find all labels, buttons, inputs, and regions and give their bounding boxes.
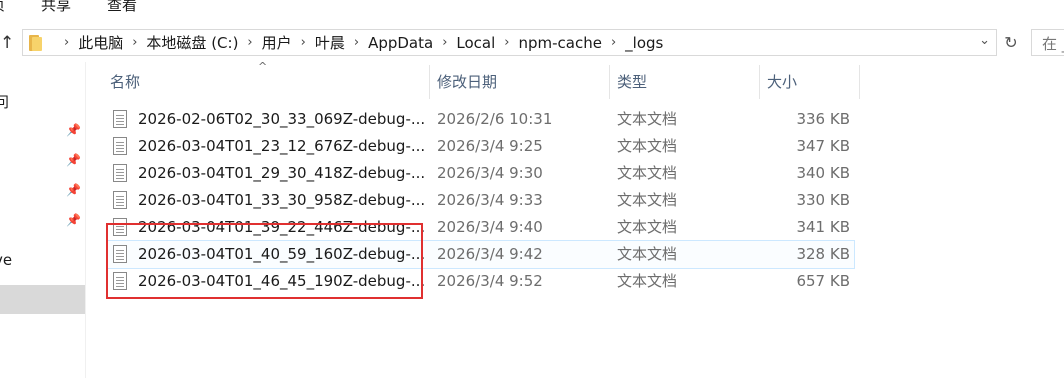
file-date: 2026/3/4 9:42 xyxy=(437,245,543,263)
column-header-name[interactable]: 名称 xyxy=(103,65,430,99)
file-name: 2026-03-04T01_33_30_958Z-debug-... xyxy=(138,191,426,209)
file-size: 336 KB xyxy=(796,110,850,128)
text-file-icon xyxy=(113,218,127,236)
breadcrumb-logs[interactable]: _logs xyxy=(625,34,663,52)
table-row[interactable]: 2026-02-06T02_30_33_069Z-debug-... 2026/… xyxy=(107,106,854,133)
file-type: 文本文档 xyxy=(617,110,678,128)
file-type: 文本文档 xyxy=(617,191,678,209)
nav-item-partial[interactable]: ve xyxy=(0,251,12,269)
text-file-icon xyxy=(113,164,127,182)
file-name: 2026-02-06T02_30_33_069Z-debug-... xyxy=(138,110,426,128)
breadcrumb-local[interactable]: Local xyxy=(456,34,495,52)
text-file-icon xyxy=(113,272,127,290)
column-header-date[interactable]: 修改日期 xyxy=(430,65,610,99)
navigation-pane: 问 📌 📌 📌 📌 ve xyxy=(0,62,86,378)
chevron-right-icon[interactable]: › xyxy=(504,35,509,50)
chevron-down-icon[interactable]: ⌄ xyxy=(979,33,990,48)
file-type: 文本文档 xyxy=(617,272,678,290)
nav-item-selected[interactable] xyxy=(0,285,85,314)
breadcrumb-npm-cache[interactable]: npm-cache xyxy=(518,34,601,52)
table-row[interactable]: 2026-03-04T01_23_12_676Z-debug-... 2026/… xyxy=(107,133,854,160)
file-size: 341 KB xyxy=(796,218,850,236)
pin-icon[interactable]: 📌 xyxy=(66,153,81,167)
chevron-right-icon[interactable]: › xyxy=(611,35,616,50)
address-row: ↑ › 此电脑 › 本地磁盘 (C:) › 用户 › 叶晨 › AppData … xyxy=(0,22,1064,62)
chevron-right-icon[interactable]: › xyxy=(354,35,359,50)
ribbon-tab-partial[interactable]: 页 xyxy=(0,0,5,15)
breadcrumb-users[interactable]: 用户 xyxy=(262,32,292,53)
file-name: 2026-03-04T01_46_45_190Z-debug-... xyxy=(138,272,426,290)
file-date: 2026/3/4 9:52 xyxy=(437,272,543,290)
breadcrumb: › 此电脑 › 本地磁盘 (C:) › 用户 › 叶晨 › AppData › … xyxy=(55,30,663,55)
file-name: 2026-03-04T01_39_22_446Z-debug-... xyxy=(138,218,426,236)
column-header-type[interactable]: 类型 xyxy=(610,65,760,99)
file-size: 330 KB xyxy=(796,191,850,209)
file-size: 340 KB xyxy=(796,164,850,182)
table-row[interactable]: 2026-03-04T01_33_30_958Z-debug-... 2026/… xyxy=(107,187,854,214)
breadcrumb-local-disk[interactable]: 本地磁盘 (C:) xyxy=(146,32,238,53)
pin-icon[interactable]: 📌 xyxy=(66,123,81,137)
text-file-icon xyxy=(113,110,127,128)
column-header-size[interactable]: 大小 xyxy=(760,65,860,99)
breadcrumb-appdata[interactable]: AppData xyxy=(368,34,433,52)
chevron-right-icon[interactable]: › xyxy=(132,35,137,50)
file-date: 2026/3/4 9:30 xyxy=(437,164,543,182)
up-arrow-icon[interactable]: ↑ xyxy=(0,33,16,53)
file-list: ^ 名称 修改日期 类型 大小 2026-02-06T02_30_33_069Z… xyxy=(95,60,1064,378)
file-type: 文本文档 xyxy=(617,137,678,155)
chevron-right-icon[interactable]: › xyxy=(247,35,252,50)
ribbon-tab-view[interactable]: 查看 xyxy=(107,0,137,15)
file-size: 328 KB xyxy=(796,245,850,263)
file-type: 文本文档 xyxy=(617,164,678,182)
file-date: 2026/2/6 10:31 xyxy=(437,110,553,128)
file-name: 2026-03-04T01_29_30_418Z-debug-... xyxy=(138,164,426,182)
nav-item-partial[interactable]: 问 xyxy=(0,91,9,112)
text-file-icon xyxy=(113,191,127,209)
refresh-icon[interactable]: ↻ xyxy=(1000,29,1022,56)
file-date: 2026/3/4 9:40 xyxy=(437,218,543,236)
chevron-right-icon[interactable]: › xyxy=(64,35,69,50)
text-file-icon xyxy=(113,245,127,263)
search-input[interactable]: 在 _ xyxy=(1031,29,1064,56)
pin-icon[interactable]: 📌 xyxy=(66,183,81,197)
ribbon-tab-share[interactable]: 共享 xyxy=(41,0,71,15)
file-name: 2026-03-04T01_40_59_160Z-debug-... xyxy=(138,245,426,263)
pin-icon[interactable]: 📌 xyxy=(66,213,81,227)
breadcrumb-this-pc[interactable]: 此电脑 xyxy=(78,32,123,53)
file-type: 文本文档 xyxy=(617,245,678,263)
file-date: 2026/3/4 9:25 xyxy=(437,137,543,155)
file-size: 657 KB xyxy=(796,272,850,290)
table-row[interactable]: 2026-03-04T01_39_22_446Z-debug-... 2026/… xyxy=(107,214,854,241)
file-rows: 2026-02-06T02_30_33_069Z-debug-... 2026/… xyxy=(106,106,855,295)
table-row[interactable]: 2026-03-04T01_46_45_190Z-debug-... 2026/… xyxy=(107,268,854,295)
chevron-right-icon[interactable]: › xyxy=(301,35,306,50)
ribbon-tabs: 页 共享 查看 xyxy=(0,0,1064,22)
file-size: 347 KB xyxy=(796,137,850,155)
file-name: 2026-03-04T01_23_12_676Z-debug-... xyxy=(138,137,426,155)
search-placeholder: 在 _ xyxy=(1042,35,1064,53)
table-row[interactable]: 2026-03-04T01_29_30_418Z-debug-... 2026/… xyxy=(107,160,854,187)
file-date: 2026/3/4 9:33 xyxy=(437,191,543,209)
table-row-hovered[interactable]: 2026-03-04T01_40_59_160Z-debug-... 2026/… xyxy=(106,240,855,269)
text-file-icon xyxy=(113,137,127,155)
file-type: 文本文档 xyxy=(617,218,678,236)
folder-icon xyxy=(29,35,44,51)
address-bar[interactable]: › 此电脑 › 本地磁盘 (C:) › 用户 › 叶晨 › AppData › … xyxy=(22,29,997,56)
breadcrumb-user[interactable]: 叶晨 xyxy=(315,32,345,53)
chevron-right-icon[interactable]: › xyxy=(442,35,447,50)
